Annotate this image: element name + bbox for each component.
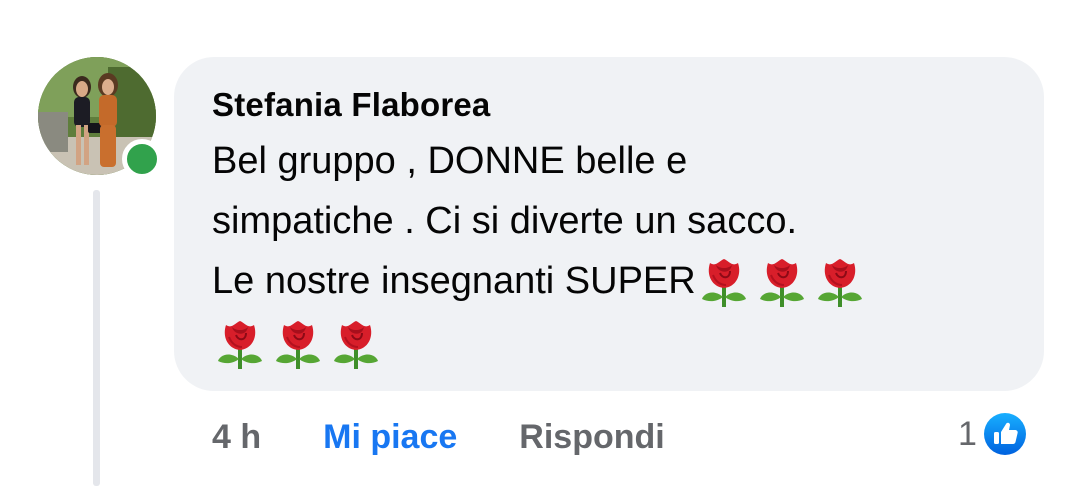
reaction-summary[interactable]: 1 (958, 410, 1029, 458)
comment-author-name[interactable]: Stefania Flaborea (212, 85, 1008, 125)
comment-thread: Stefania Flaborea Bel gruppo , DONNE bel… (0, 0, 1080, 486)
rose-emoji (334, 320, 378, 369)
online-status-indicator (122, 139, 162, 179)
rose-emoji-group (212, 315, 386, 375)
reply-button[interactable]: Rispondi (519, 418, 664, 457)
rose-emoji (701, 258, 746, 307)
comment-text-line: simpatiche . Ci si diverte un sacco. (212, 200, 798, 242)
rose-emoji (817, 258, 862, 307)
thumbs-up-icon (980, 410, 1029, 458)
thread-connector-line (93, 190, 100, 486)
like-button[interactable]: Mi piace (323, 418, 457, 457)
reaction-count: 1 (958, 414, 977, 453)
rose-emoji-group (696, 253, 870, 313)
comment-text-line: Le nostre insegnanti SUPER (212, 251, 1002, 313)
comment-bubble: Stefania Flaborea Bel gruppo , DONNE bel… (174, 57, 1044, 391)
rose-emoji (218, 320, 262, 369)
comment-text-fragment: Le nostre insegnanti SUPER (212, 260, 696, 302)
comment-actions: 4 h Mi piace Rispondi (212, 412, 665, 462)
comment-text-line: Bel gruppo , DONNE belle e (212, 140, 688, 182)
rose-emoji (759, 258, 804, 307)
comment-timestamp[interactable]: 4 h (212, 418, 261, 457)
rose-emoji (276, 320, 320, 369)
comment-text: Bel gruppo , DONNE belle e simpatiche . … (212, 131, 1002, 375)
comment-text-line (212, 313, 1002, 375)
